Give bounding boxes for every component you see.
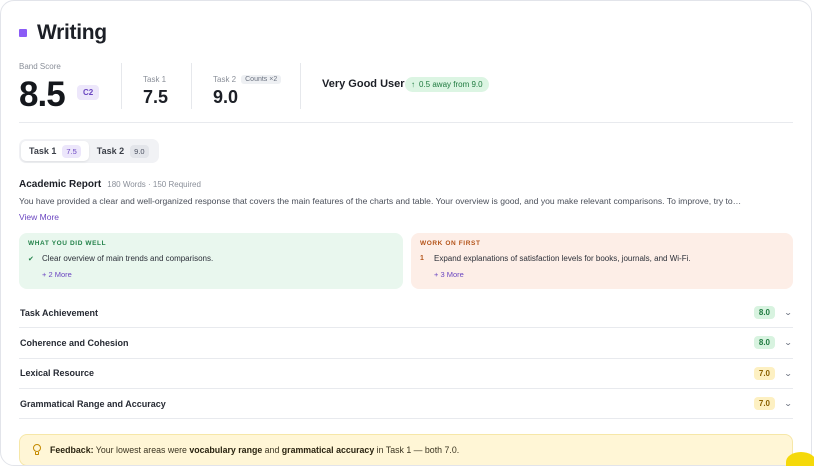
report-title: Academic Report	[19, 179, 102, 190]
criterion-right: 8.0 ⌄	[753, 336, 794, 350]
work-on-panel: WORK ON FIRST 1 Expand explanations of s…	[411, 233, 793, 289]
criterion-coherence-cohesion[interactable]: Coherence and Cohesion 8.0 ⌄	[19, 328, 794, 359]
criterion-score: 8.0	[753, 306, 775, 320]
counts-badge: Counts ×2	[241, 75, 282, 84]
task2-label-text: Task 2	[213, 75, 237, 84]
chevron-down-icon[interactable]: ⌄	[784, 308, 794, 317]
band-score-value: 8.5	[19, 75, 66, 114]
section-marker-icon	[19, 29, 27, 37]
away-text: 0.5 away from 9.0	[419, 80, 483, 89]
away-badge: ↑ 0.5 away from 9.0	[405, 77, 489, 92]
feedback-text: and	[262, 445, 282, 455]
criterion-name: Lexical Resource	[20, 368, 95, 379]
task2-score-label: Task 2 Counts ×2	[213, 75, 282, 84]
writing-card: Writing Band Score 8.5 C2 Task 1 7.5 Tas…	[0, 0, 812, 466]
chevron-down-icon[interactable]: ⌄	[784, 399, 794, 408]
band-score-label: Band Score	[19, 62, 61, 71]
criterion-score: 7.0	[753, 366, 775, 380]
cefr-badge: C2	[77, 85, 100, 100]
chevron-down-icon[interactable]: ⌄	[784, 369, 794, 378]
title-row: Writing	[19, 21, 107, 45]
strength-text: Clear overview of main trends and compar…	[42, 254, 214, 263]
criterion-score: 7.0	[753, 397, 775, 411]
strengths-title: WHAT YOU DID WELL	[28, 240, 107, 247]
item-number: 1	[420, 255, 424, 262]
strengths-panel: WHAT YOU DID WELL ✔ Clear overview of ma…	[19, 233, 403, 289]
feedback-emphasis: vocabulary range	[189, 445, 263, 455]
criterion-name: Grammatical Range and Accuracy	[20, 398, 166, 409]
check-icon: ✔	[28, 255, 34, 263]
task-tabs: Task 1 7.5 Task 2 9.0	[19, 139, 159, 163]
chevron-down-icon[interactable]: ⌄	[784, 338, 794, 347]
feedback-emphasis: grammatical accuracy	[281, 445, 375, 455]
score-summary: Band Score 8.5 C2 Task 1 7.5 Task 2 Coun…	[19, 59, 793, 123]
task1-score-label: Task 1	[143, 75, 166, 84]
criterion-right: 8.0 ⌄	[753, 306, 794, 320]
criterion-score: 8.0	[753, 336, 775, 350]
corner-decoration	[786, 452, 814, 466]
level-description: Very Good User	[322, 78, 405, 90]
view-more-link[interactable]: View More	[19, 212, 59, 222]
task1-score-value: 7.5	[143, 87, 169, 107]
divider	[191, 63, 192, 109]
page-title: Writing	[37, 21, 107, 44]
criterion-name: Coherence and Cohesion	[20, 337, 129, 348]
work-on-title: WORK ON FIRST	[420, 240, 481, 247]
strengths-more-link[interactable]: + 2 More	[42, 270, 394, 279]
task2-score-value: 9.0	[213, 87, 239, 107]
feedback-text: Your lowest areas were	[93, 445, 190, 455]
criterion-right: 7.0 ⌄	[753, 397, 794, 411]
tab-score-badge: 7.5	[62, 144, 81, 158]
tab-task2[interactable]: Task 2 9.0	[89, 141, 157, 161]
criterion-task-achievement[interactable]: Task Achievement 8.0 ⌄	[19, 298, 794, 329]
criteria-list: Task Achievement 8.0 ⌄ Coherence and Coh…	[19, 298, 794, 420]
tab-task1[interactable]: Task 1 7.5	[21, 141, 89, 161]
tab-label: Task 2	[96, 146, 125, 156]
feedback-banner: Feedback: Your lowest areas were vocabul…	[19, 434, 793, 465]
report-header: Academic Report 180 Words · 150 Required	[19, 179, 201, 190]
task1-label-text: Task 1	[143, 75, 167, 84]
arrow-up-icon: ↑	[411, 80, 415, 89]
word-count: 180 Words · 150 Required	[107, 180, 201, 189]
tab-score-badge: 9.0	[130, 144, 149, 158]
lightbulb-icon	[32, 444, 42, 456]
divider	[300, 63, 301, 109]
criterion-grammatical-range[interactable]: Grammatical Range and Accuracy 7.0 ⌄	[19, 389, 794, 420]
work-on-text: Expand explanations of satisfaction leve…	[434, 254, 691, 263]
criterion-name: Task Achievement	[20, 307, 99, 318]
tab-label: Task 1	[29, 146, 57, 156]
criterion-lexical-resource[interactable]: Lexical Resource 7.0 ⌄	[19, 359, 793, 389]
criterion-right: 7.0 ⌄	[753, 366, 794, 380]
work-on-more-link[interactable]: + 3 More	[434, 270, 784, 279]
strength-item: ✔ Clear overview of main trends and comp…	[28, 254, 394, 263]
feedback-label: Feedback:	[50, 445, 94, 455]
report-summary: You have provided a clear and well-organ…	[19, 196, 742, 206]
divider	[121, 63, 122, 109]
feedback-text: in Task 1 — both 7.0.	[374, 445, 460, 455]
work-on-item: 1 Expand explanations of satisfaction le…	[420, 254, 784, 263]
